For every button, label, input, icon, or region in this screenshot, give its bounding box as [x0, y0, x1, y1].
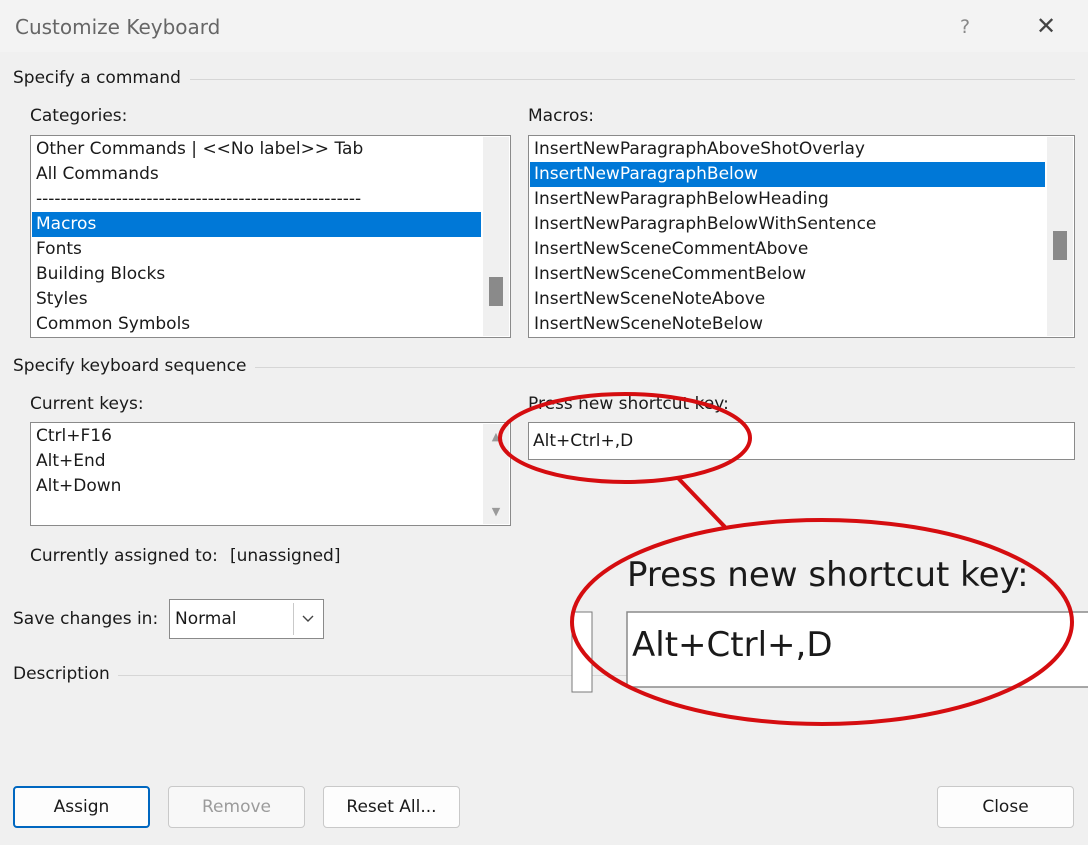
callout-value: Alt+Ctrl+,D — [632, 625, 833, 665]
highlight-ellipse-small — [498, 392, 752, 484]
customize-keyboard-dialog: Customize Keyboard ? ✕ Specify a command… — [0, 0, 1088, 845]
close-button[interactable]: Close — [937, 786, 1074, 828]
callout-annotation — [498, 392, 1088, 726]
assign-button[interactable]: Assign — [13, 786, 150, 828]
callout-connector — [676, 476, 727, 529]
reset-all-button[interactable]: Reset All... — [323, 786, 460, 828]
callout-label: Press new shortcut key: — [627, 555, 1029, 595]
remove-button[interactable]: Remove — [168, 786, 305, 828]
